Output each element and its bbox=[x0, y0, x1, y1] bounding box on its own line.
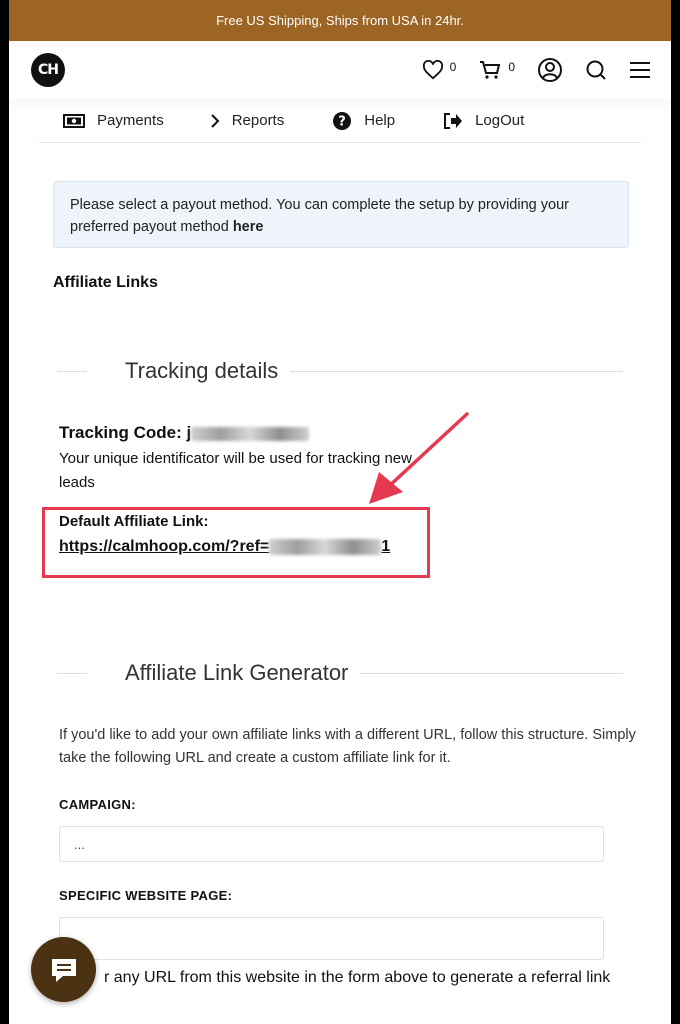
tracking-heading: Tracking details bbox=[125, 358, 279, 383]
notice-text: Please select a payout method. You can c… bbox=[70, 197, 569, 235]
generator-description: If you'd like to add your own affiliate … bbox=[59, 727, 636, 766]
divider bbox=[360, 672, 623, 674]
annotation-arrow bbox=[369, 412, 469, 504]
chat-button[interactable] bbox=[31, 937, 96, 1002]
svg-text:?: ? bbox=[338, 114, 346, 129]
search-icon bbox=[586, 60, 606, 80]
generator-note-text: r any URL from this website in the form … bbox=[104, 969, 611, 986]
divider bbox=[57, 672, 87, 674]
site-header: CH 0 0 bbox=[9, 41, 671, 99]
page-label: SPECIFIC WEBSITE PAGE: bbox=[59, 888, 233, 903]
header-icons: 0 0 bbox=[400, 41, 651, 99]
cart-count: 0 bbox=[508, 60, 515, 74]
affiliate-links-title: Affiliate Links bbox=[53, 274, 158, 291]
tracking-code-label: Tracking Code: bbox=[59, 423, 182, 442]
page: Free US Shipping, Ships from USA in 24hr… bbox=[9, 0, 671, 1024]
cart-icon bbox=[480, 61, 501, 79]
generator-heading: Affiliate Link Generator bbox=[125, 660, 349, 685]
generator-note: r any URL from this website in the form … bbox=[59, 966, 619, 990]
search-button[interactable] bbox=[585, 59, 607, 81]
menu-button[interactable] bbox=[629, 61, 651, 79]
subnav-label-payments: Payments bbox=[97, 112, 164, 129]
highlight-box bbox=[42, 507, 430, 578]
cart-button[interactable]: 0 bbox=[478, 59, 515, 81]
tracking-section-heading: Tracking details bbox=[57, 358, 623, 384]
generator-section-heading: Affiliate Link Generator bbox=[57, 660, 623, 686]
hamburger-icon bbox=[630, 62, 650, 78]
subnav-item-reports[interactable]: Reports bbox=[210, 112, 285, 129]
subnav-item-logout[interactable]: LogOut bbox=[443, 112, 524, 130]
notice-link[interactable]: here bbox=[233, 219, 264, 235]
promo-text: Free US Shipping, Ships from USA in 24hr… bbox=[216, 13, 464, 28]
subnav-label-help: Help bbox=[364, 112, 396, 129]
divider bbox=[57, 370, 87, 372]
user-icon bbox=[538, 58, 562, 82]
chat-icon bbox=[51, 958, 76, 982]
site-logo[interactable]: CH bbox=[31, 53, 65, 87]
chevron-right-icon bbox=[210, 113, 220, 128]
divider bbox=[290, 370, 623, 372]
logo-text: CH bbox=[38, 62, 59, 78]
heart-icon bbox=[422, 60, 443, 80]
subnav-label-reports: Reports bbox=[231, 112, 285, 129]
website-page-input[interactable] bbox=[59, 917, 604, 960]
account-button[interactable] bbox=[537, 57, 563, 83]
redacted-code bbox=[191, 426, 310, 441]
subnav-label-logout: LogOut bbox=[475, 112, 525, 129]
account-subnav: Payments Reports ? Help LogOut bbox=[39, 99, 641, 143]
subnav-item-payments[interactable]: Payments bbox=[63, 112, 164, 129]
payout-notice: Please select a payout method. You can c… bbox=[53, 181, 629, 248]
logout-icon bbox=[444, 112, 463, 129]
subnav-item-help[interactable]: ? Help bbox=[332, 111, 395, 131]
wishlist-button[interactable]: 0 bbox=[422, 60, 457, 80]
wishlist-count: 0 bbox=[449, 60, 457, 74]
help-icon: ? bbox=[333, 111, 352, 130]
campaign-input[interactable]: ... bbox=[59, 826, 604, 862]
promo-bar: Free US Shipping, Ships from USA in 24hr… bbox=[9, 0, 671, 41]
campaign-label: CAMPAIGN: bbox=[59, 797, 136, 812]
payments-icon bbox=[63, 113, 85, 128]
